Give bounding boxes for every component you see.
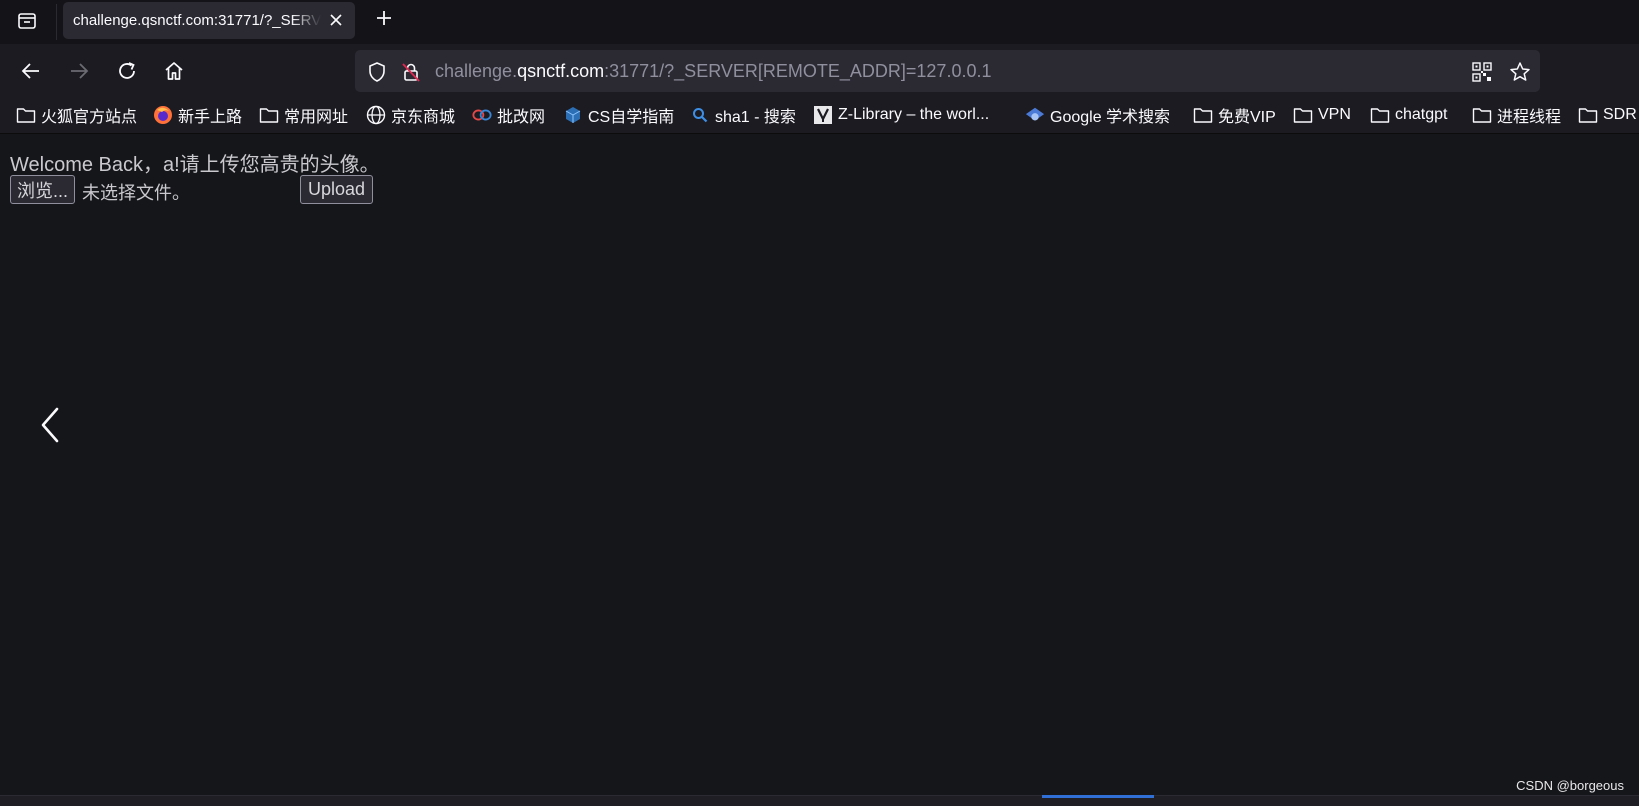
folder-icon — [16, 105, 36, 125]
back-button[interactable] — [16, 56, 46, 86]
url-prefix: challenge. — [435, 61, 518, 81]
close-icon[interactable] — [327, 11, 345, 29]
bookmark-label: VPN — [1318, 106, 1351, 123]
welcome-message: Welcome Back，a!请上传您高贵的头像。 — [10, 154, 380, 176]
bookmark-item[interactable]: Z-Library – the worl... — [813, 104, 989, 126]
bookmark-label: 新手上路 — [178, 109, 243, 126]
bookmark-item[interactable]: 批改网 — [472, 104, 545, 126]
bookmark-label: SDR — [1603, 106, 1637, 123]
tab-separator — [56, 4, 57, 40]
globe-icon — [366, 105, 386, 125]
bookmark-label: Z-Library – the worl... — [838, 106, 990, 123]
bookmark-label: chatgpt — [1395, 106, 1448, 123]
bookmark-item[interactable]: 火狐官方站点 — [16, 104, 137, 126]
star-icon[interactable] — [1508, 60, 1532, 84]
bookmark-item[interactable]: 新手上路 — [153, 104, 242, 126]
back-arrow-icon — [21, 63, 39, 79]
bookmark-item[interactable]: 进程线程 — [1472, 104, 1561, 126]
bookmark-label: 火狐官方站点 — [41, 109, 138, 126]
bookmark-item[interactable]: 免费VIP — [1193, 104, 1276, 126]
page-content: Welcome Back，a!请上传您高贵的头像。 浏览... 未选择文件。 U… — [0, 135, 1639, 795]
new-tab-button[interactable] — [372, 6, 396, 30]
bookmark-label: 免费VIP — [1218, 109, 1276, 126]
folder-icon — [259, 105, 279, 125]
folder-icon — [1472, 105, 1492, 125]
reload-button[interactable] — [112, 56, 142, 86]
url-text[interactable]: challenge.qsnctf.com:31771/?_SERVER[REMO… — [435, 61, 991, 82]
firefox-view-icon[interactable] — [12, 6, 42, 36]
insecure-lock-icon[interactable] — [399, 60, 423, 84]
pigai-icon — [472, 105, 492, 125]
forward-arrow-icon — [71, 63, 89, 79]
watermark: CSDN @borgeous — [1516, 778, 1624, 793]
active-indicator — [1042, 795, 1154, 798]
bookmark-label: 批改网 — [497, 109, 546, 126]
tab-title: challenge.qsnctf.com:31771/?_SERVER[REMO… — [73, 12, 321, 29]
bookmark-item[interactable]: VPN — [1293, 104, 1351, 126]
folder-icon — [1578, 105, 1598, 125]
zlibrary-icon — [813, 105, 833, 125]
bookmark-label: CS自学指南 — [588, 109, 675, 126]
scholar-icon — [1025, 105, 1045, 125]
bookmark-item[interactable]: chatgpt — [1370, 104, 1447, 126]
shield-icon[interactable] — [365, 60, 389, 84]
navigation-toolbar: challenge.qsnctf.com:31771/?_SERVER[REMO… — [0, 44, 1639, 96]
folder-icon — [1370, 105, 1390, 125]
bookmarks-toolbar: 火狐官方站点 新手上路 常用网址 京东商城 批改网 CS自学指南 sha1 - … — [0, 96, 1639, 134]
bookmark-label: Google 学术搜索 — [1050, 109, 1171, 126]
swipe-back-icon[interactable] — [36, 405, 64, 445]
url-host: qsnctf.com — [517, 61, 605, 81]
home-icon — [165, 62, 183, 80]
bookmark-label: 进程线程 — [1497, 109, 1562, 126]
browse-button[interactable]: 浏览... — [10, 175, 76, 204]
cube-icon — [563, 105, 583, 125]
tab-strip: challenge.qsnctf.com:31771/?_SERVER[REMO… — [0, 0, 1639, 44]
bookmark-item[interactable]: SDR — [1578, 104, 1637, 126]
home-button[interactable] — [159, 56, 189, 86]
bookmark-label: 常用网址 — [284, 109, 349, 126]
url-bar[interactable]: challenge.qsnctf.com:31771/?_SERVER[REMO… — [355, 50, 1540, 92]
tab-active[interactable]: challenge.qsnctf.com:31771/?_SERVER[REMO… — [63, 2, 355, 39]
bookmark-item[interactable]: 京东商城 — [366, 104, 455, 126]
folder-icon — [1193, 105, 1213, 125]
bookmark-label: 京东商城 — [391, 109, 456, 126]
bookmark-item[interactable]: 常用网址 — [259, 104, 348, 126]
url-suffix: :31771/?_SERVER[REMOTE_ADDR]=127.0.0.1 — [604, 61, 992, 81]
bookmark-label: sha1 - 搜索 — [715, 109, 796, 126]
bookmark-item[interactable]: CS自学指南 — [563, 104, 674, 126]
upload-button[interactable]: Upload — [300, 175, 374, 204]
no-file-label: 未选择文件。 — [82, 183, 190, 203]
bottom-strip — [0, 795, 1639, 806]
bookmark-item[interactable]: Google 学术搜索 — [1025, 104, 1170, 126]
plus-icon — [377, 11, 391, 25]
forward-button[interactable] — [64, 56, 94, 86]
reload-icon — [119, 62, 135, 79]
search-icon — [690, 105, 710, 125]
firefox-icon — [153, 105, 173, 125]
bookmark-item[interactable]: sha1 - 搜索 — [690, 104, 796, 126]
qr-code-icon[interactable] — [1470, 60, 1494, 84]
folder-icon — [1293, 105, 1313, 125]
